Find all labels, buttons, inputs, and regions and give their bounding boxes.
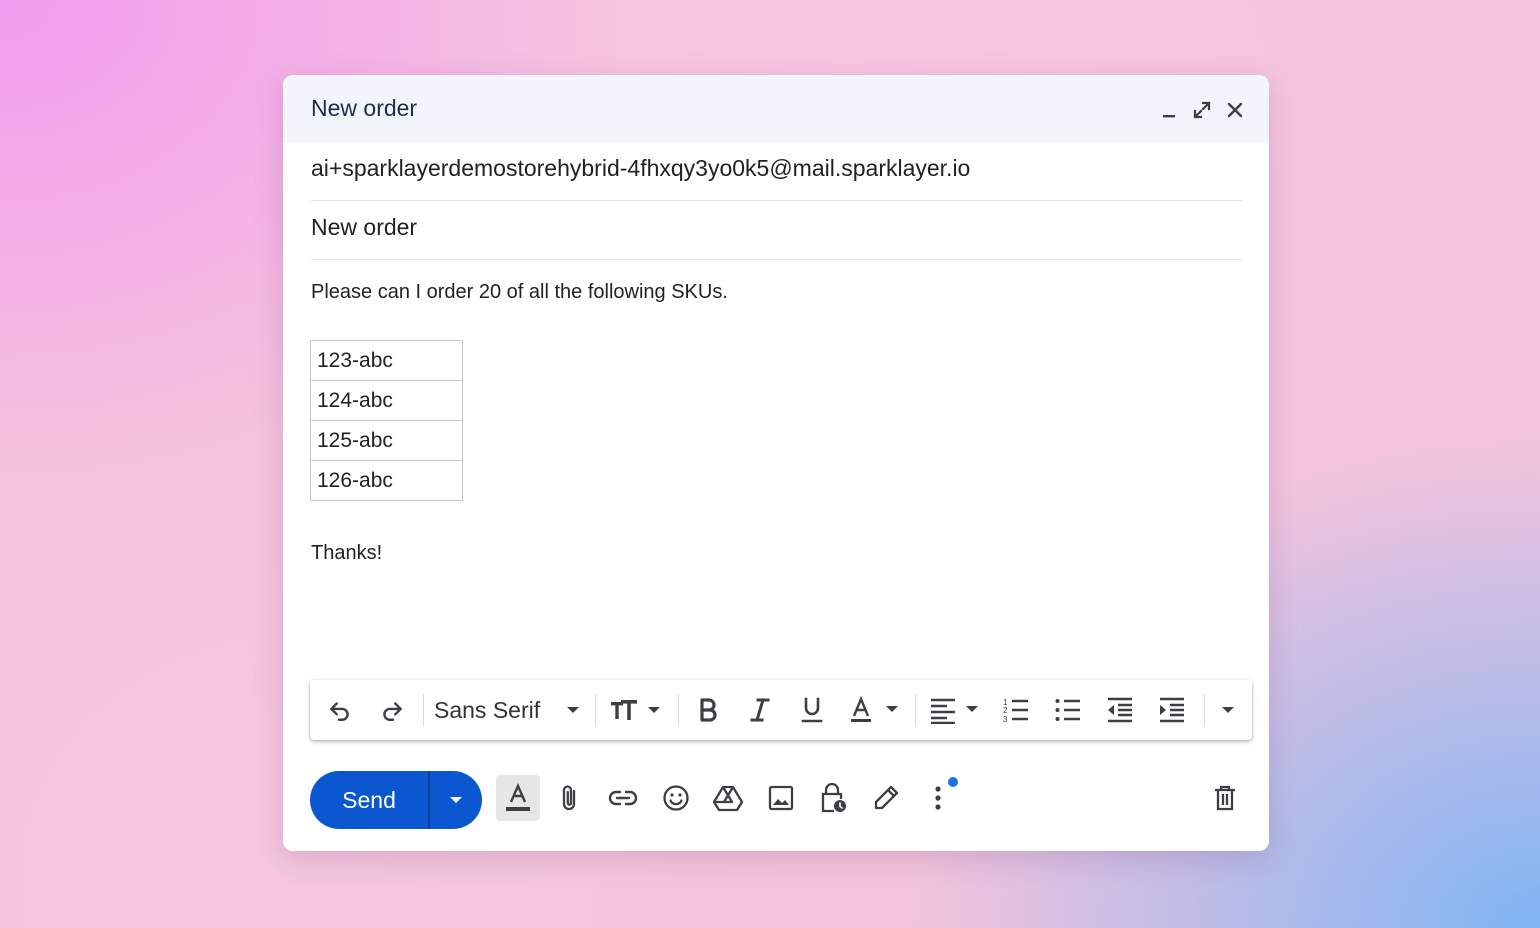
subject-field[interactable]: New order xyxy=(311,214,1242,260)
font-name: Sans Serif xyxy=(434,696,541,723)
close-icon[interactable] xyxy=(1222,97,1248,123)
link-icon[interactable] xyxy=(601,775,645,821)
sku-cell[interactable]: 126-abc xyxy=(310,460,463,501)
expand-icon[interactable] xyxy=(1189,97,1215,123)
svg-text:2: 2 xyxy=(1003,706,1008,715)
toolbar-divider xyxy=(915,694,916,726)
photo-icon[interactable] xyxy=(759,775,803,821)
toolbar-divider xyxy=(678,694,679,726)
undo-icon[interactable] xyxy=(324,694,356,726)
sku-table: 123-abc 124-abc 125-abc 126-abc xyxy=(310,340,463,501)
toolbar-divider xyxy=(595,694,596,726)
formatting-options-icon[interactable] xyxy=(496,775,540,821)
send-button-group: Send xyxy=(310,771,482,829)
align-icon[interactable] xyxy=(928,694,984,726)
table-row: 123-abc xyxy=(310,340,463,381)
font-selector[interactable]: Sans Serif xyxy=(434,694,584,726)
send-options-chevron-icon[interactable] xyxy=(430,771,482,829)
font-chevron-icon xyxy=(566,706,580,714)
italic-icon[interactable] xyxy=(744,694,776,726)
toolbar-divider xyxy=(1204,694,1205,726)
send-button[interactable]: Send xyxy=(310,771,428,829)
text-size-icon[interactable] xyxy=(608,694,668,726)
table-row: 124-abc xyxy=(310,380,463,421)
emoji-icon[interactable] xyxy=(654,775,698,821)
signature-icon[interactable] xyxy=(864,775,908,821)
table-row: 126-abc xyxy=(310,460,463,501)
sku-cell[interactable]: 124-abc xyxy=(310,380,463,421)
text-color-icon[interactable] xyxy=(848,694,904,726)
sku-cell[interactable]: 125-abc xyxy=(310,420,463,461)
svg-text:3: 3 xyxy=(1003,715,1008,723)
table-row: 125-abc xyxy=(310,420,463,461)
confidential-icon[interactable] xyxy=(811,775,855,821)
minimize-icon[interactable] xyxy=(1156,97,1182,123)
toolbar-divider xyxy=(423,694,424,726)
compose-title: New order xyxy=(311,95,418,121)
indent-more-icon[interactable] xyxy=(1156,694,1188,726)
recipient-field[interactable]: ai+sparklayerdemostorehybrid-4fhxqy3yo0k… xyxy=(311,155,1242,201)
bold-icon[interactable] xyxy=(692,694,724,726)
compose-title-bar[interactable]: New order xyxy=(283,75,1269,142)
compose-window: New order ai+sparklayerdemostorehybrid-4… xyxy=(283,75,1269,851)
formatting-toolbar: Sans Serif 1 2 3 xyxy=(310,680,1252,740)
numbered-list-icon[interactable]: 1 2 3 xyxy=(1000,694,1032,726)
message-intro[interactable]: Please can I order 20 of all the followi… xyxy=(311,281,728,304)
redo-icon[interactable] xyxy=(376,694,408,726)
message-closing[interactable]: Thanks! xyxy=(311,542,382,565)
subject-value: New order xyxy=(311,214,418,240)
sku-cell[interactable]: 123-abc xyxy=(310,340,463,381)
more-formatting-icon[interactable] xyxy=(1214,694,1242,726)
underline-icon[interactable] xyxy=(796,694,828,726)
discard-icon[interactable] xyxy=(1203,775,1247,821)
attach-icon[interactable] xyxy=(548,775,592,821)
bulleted-list-icon[interactable] xyxy=(1052,694,1084,726)
notification-dot xyxy=(948,777,958,787)
indent-less-icon[interactable] xyxy=(1104,694,1136,726)
drive-icon[interactable] xyxy=(706,775,750,821)
recipient-value: ai+sparklayerdemostorehybrid-4fhxqy3yo0k… xyxy=(311,155,971,181)
